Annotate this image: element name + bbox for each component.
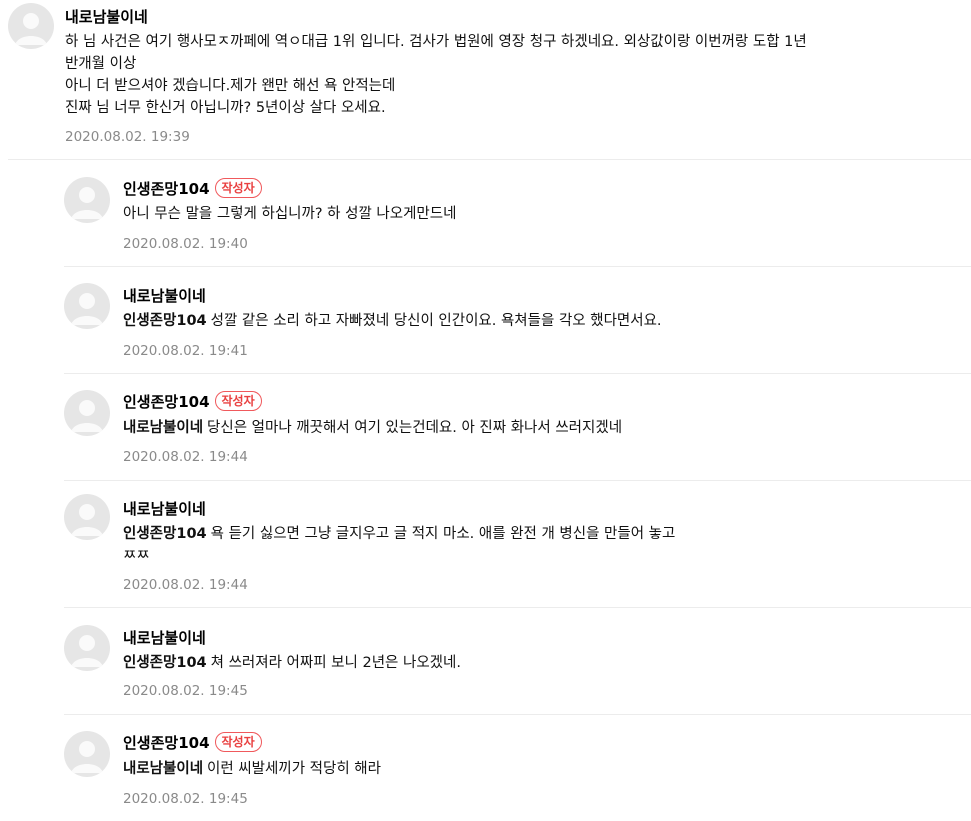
- comment-date: 2020.08.02. 19:40: [123, 236, 248, 252]
- reply-item: 인생존망104 작성자 아니 무슨 말을 그렇게 하십니까? 하 성깔 나오게만…: [0, 160, 971, 267]
- comment-text-line: 인생존망104 성깔 같은 소리 하고 자빠졌네 당신이 인간이요. 욕쳐들을 각…: [123, 310, 963, 332]
- comment-author[interactable]: 인생존망104: [123, 178, 210, 199]
- comment-text: 하 님 사건은 여기 행사모ㅈ까페에 역ㅇ대급 1위 입니다. 검사가 법원에 …: [65, 31, 965, 119]
- avatar[interactable]: [64, 494, 110, 540]
- avatar[interactable]: [64, 283, 110, 329]
- avatar[interactable]: [64, 731, 110, 777]
- comment-date: 2020.08.02. 19:45: [123, 683, 248, 699]
- comment-text-line: ㅉㅉ: [123, 548, 150, 564]
- writer-badge: 작성자: [214, 732, 262, 752]
- comment-text-body: 당신은 얼마나 깨끗해서 여기 있는건데요. 아 진짜 화나서 쓰러지겠네: [207, 420, 623, 436]
- mention-link[interactable]: 인생존망104: [123, 655, 207, 671]
- avatar[interactable]: [64, 390, 110, 436]
- default-profile-icon: [71, 504, 103, 536]
- writer-badge: 작성자: [214, 391, 262, 411]
- reply-item: 인생존망104 작성자 내로남불이네 이런 씨발세끼가 적당히 해라 2020.0…: [0, 715, 971, 821]
- comment-author[interactable]: 내로남불이네: [123, 498, 206, 519]
- comment-text-line: 인생존망104 욕 듣기 싫으면 그냥 글지우고 글 적지 마소. 애를 완전 개…: [123, 523, 963, 545]
- comment-text: 인생존망104 욕 듣기 싫으면 그냥 글지우고 글 적지 마소. 애를 완전 개…: [123, 523, 963, 567]
- comment-text-line: 내로남불이네 이런 씨발세끼가 적당히 해라: [123, 758, 963, 780]
- default-profile-icon: [71, 187, 103, 219]
- reply-item: 내로남불이네 인생존망104 욕 듣기 싫으면 그냥 글지우고 글 적지 마소. …: [0, 481, 971, 608]
- writer-badge: 작성자: [214, 178, 262, 198]
- comment-date: 2020.08.02. 19:41: [123, 343, 248, 359]
- comment-text-line: 아니 더 받으셔야 겠습니다.제가 왠만 해선 욕 안적는데: [65, 78, 396, 94]
- comment-item: 내로남불이네 하 님 사건은 여기 행사모ㅈ까페에 역ㅇ대급 1위 입니다. 검…: [0, 0, 971, 160]
- comment-text-body: 성깔 같은 소리 하고 자빠졌네 당신이 인간이요. 욕쳐들을 각오 했다면서요…: [210, 313, 662, 329]
- comment-text: 내로남불이네 이런 씨발세끼가 적당히 해라: [123, 758, 963, 780]
- default-profile-icon: [71, 635, 103, 667]
- default-profile-icon: [71, 741, 103, 773]
- comment-text-line: 진짜 님 너무 한신거 아닙니까? 5년이상 살다 오세요.: [65, 100, 386, 116]
- comment-text-body: 이런 씨발세끼가 적당히 해라: [207, 761, 381, 777]
- default-profile-icon: [71, 400, 103, 432]
- comment-author[interactable]: 인생존망104: [123, 732, 210, 753]
- comment-text-line: 인생존망104 쳐 쓰러져라 어짜피 보니 2년은 나오겠네.: [123, 652, 963, 674]
- comment-author[interactable]: 내로남불이네: [123, 627, 206, 648]
- reply-item: 내로남불이네 인생존망104 쳐 쓰러져라 어짜피 보니 2년은 나오겠네. 20…: [0, 608, 971, 715]
- reply-item: 인생존망104 작성자 내로남불이네 당신은 얼마나 깨끗해서 여기 있는건데요.…: [0, 374, 971, 481]
- comment-text: 인생존망104 성깔 같은 소리 하고 자빠졌네 당신이 인간이요. 욕쳐들을 각…: [123, 310, 963, 332]
- comment-text-line: 반개월 이상: [65, 56, 137, 72]
- comment-author[interactable]: 인생존망104: [123, 391, 210, 412]
- comment-text-line: 내로남불이네 당신은 얼마나 깨끗해서 여기 있는건데요. 아 진짜 화나서 쓰러…: [123, 417, 963, 439]
- comment-text-body: 욕 듣기 싫으면 그냥 글지우고 글 적지 마소. 애를 완전 개 병신을 만들…: [210, 526, 676, 542]
- comment-author[interactable]: 내로남불이네: [65, 6, 148, 27]
- default-profile-icon: [15, 13, 47, 45]
- comment-text-body: 쳐 쓰러져라 어짜피 보니 2년은 나오겠네.: [210, 655, 461, 671]
- mention-link[interactable]: 내로남불이네: [123, 761, 203, 777]
- comment-date: 2020.08.02. 19:44: [123, 449, 248, 465]
- reply-item: 내로남불이네 인생존망104 성깔 같은 소리 하고 자빠졌네 당신이 인간이요.…: [0, 267, 971, 374]
- mention-link[interactable]: 내로남불이네: [123, 420, 203, 436]
- comment-text: 내로남불이네 당신은 얼마나 깨끗해서 여기 있는건데요. 아 진짜 화나서 쓰러…: [123, 417, 963, 439]
- comment-date: 2020.08.02. 19:44: [123, 577, 248, 593]
- comment-date: 2020.08.02. 19:39: [65, 129, 190, 145]
- mention-link[interactable]: 인생존망104: [123, 313, 207, 329]
- comment-text: 아니 무슨 말을 그렇게 하십니까? 하 성깔 나오게만드네: [123, 203, 963, 225]
- comment-text-line: 하 님 사건은 여기 행사모ㅈ까페에 역ㅇ대급 1위 입니다. 검사가 법원에 …: [65, 34, 807, 50]
- avatar[interactable]: [64, 625, 110, 671]
- comment-author[interactable]: 내로남불이네: [123, 285, 206, 306]
- default-profile-icon: [71, 293, 103, 325]
- comment-date: 2020.08.02. 19:45: [123, 791, 248, 807]
- comment-text: 인생존망104 쳐 쓰러져라 어짜피 보니 2년은 나오겠네.: [123, 652, 963, 674]
- avatar[interactable]: [8, 3, 54, 49]
- mention-link[interactable]: 인생존망104: [123, 526, 207, 542]
- comment-text-line: 아니 무슨 말을 그렇게 하십니까? 하 성깔 나오게만드네: [123, 206, 457, 222]
- avatar[interactable]: [64, 177, 110, 223]
